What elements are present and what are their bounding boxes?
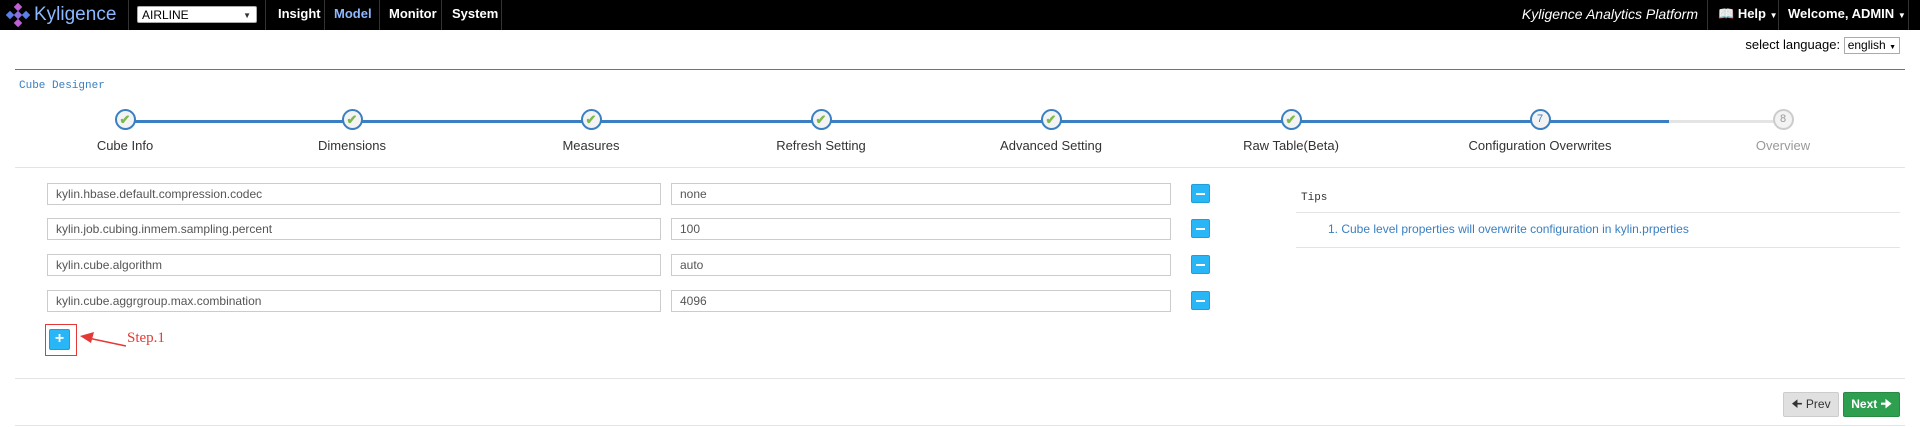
divider <box>501 0 502 30</box>
wizard-step-cube-info[interactable]: ✔ Cube Info <box>45 109 205 153</box>
step-label: Overview <box>1755 138 1811 153</box>
wizard-step-measures[interactable]: ✔ Measures <box>511 109 671 153</box>
wizard-step-advanced-setting[interactable]: ✔ Advanced Setting <box>971 109 1131 153</box>
divider <box>1296 212 1900 213</box>
wizard-step-dimensions[interactable]: ✔ Dimensions <box>272 109 432 153</box>
project-select-value: AIRLINE <box>142 8 189 22</box>
property-row: kylin.cube.aggrgroup.max.combination 409… <box>47 290 1210 312</box>
tips-title: Tips <box>1301 192 1328 204</box>
wizard-step-overview[interactable]: 8 Overview <box>1703 109 1863 153</box>
step-circle: 8 <box>1772 109 1794 130</box>
divider <box>1707 0 1708 30</box>
divider <box>441 0 442 30</box>
tip-item: 1. Cube level properties will overwrite … <box>1328 222 1689 236</box>
property-value-input[interactable]: none <box>671 183 1171 205</box>
divider <box>265 0 266 30</box>
divider <box>15 167 1905 168</box>
nav-insight[interactable]: Insight <box>278 0 321 30</box>
step-circle: ✔ <box>1040 109 1062 130</box>
user-menu[interactable]: Welcome, ADMIN ▼ <box>1788 0 1906 30</box>
book-icon: 📖 <box>1718 6 1735 21</box>
wizard-step-refresh-setting[interactable]: ✔ Refresh Setting <box>741 109 901 153</box>
caret-down-icon: ▼ <box>1889 44 1896 51</box>
divider <box>1296 247 1900 248</box>
property-key-input[interactable]: kylin.hbase.default.compression.codec <box>47 183 661 205</box>
step-label: Cube Info <box>96 138 154 153</box>
divider <box>1908 0 1909 30</box>
check-icon: ✔ <box>585 112 597 127</box>
user-label: Welcome, ADMIN <box>1788 6 1895 21</box>
check-icon: ✔ <box>815 112 827 127</box>
divider <box>15 425 1905 426</box>
language-label: select language: <box>1745 37 1841 52</box>
annotation-arrow-icon <box>80 332 127 347</box>
step-circle: ✔ <box>114 109 136 130</box>
step-label: Raw Table(Beta) <box>1243 138 1339 153</box>
arrow-right-icon: 🠊 <box>1880 397 1892 411</box>
step-circle: ✔ <box>810 109 832 130</box>
nav-system[interactable]: System <box>452 0 498 30</box>
property-value-input[interactable]: auto <box>671 254 1171 276</box>
property-value-input[interactable]: 100 <box>671 218 1171 240</box>
caret-down-icon: ▼ <box>1897 11 1906 20</box>
add-property-button[interactable]: + <box>49 329 70 350</box>
nav-monitor[interactable]: Monitor <box>389 0 437 30</box>
property-row: kylin.cube.algorithm auto <box>47 254 1210 276</box>
top-navbar: Kyligence AIRLINE ▼ Insight Model Monito… <box>0 0 1920 30</box>
language-select[interactable]: english ▼ <box>1843 37 1900 54</box>
property-row: kylin.job.cubing.inmem.sampling.percent … <box>47 218 1210 240</box>
property-key-input[interactable]: kylin.job.cubing.inmem.sampling.percent <box>47 218 661 240</box>
remove-property-button[interactable] <box>1191 291 1210 310</box>
property-value-input[interactable]: 4096 <box>671 290 1171 312</box>
help-label: Help <box>1737 6 1766 21</box>
property-key-input[interactable]: kylin.cube.algorithm <box>47 254 661 276</box>
divider <box>128 0 129 30</box>
step-label: Configuration Overwrites <box>1468 138 1612 153</box>
step-label: Dimensions <box>318 138 386 153</box>
step-label: Advanced Setting <box>1000 138 1102 153</box>
step-circle: ✔ <box>341 109 363 130</box>
step-label: Measures <box>562 138 620 153</box>
wizard-step-raw-table[interactable]: ✔ Raw Table(Beta) <box>1211 109 1371 153</box>
remove-property-button[interactable] <box>1191 219 1210 238</box>
next-label: Next <box>1851 397 1878 411</box>
wizard-step-configuration-overwrites[interactable]: 7 Configuration Overwrites <box>1459 109 1621 153</box>
remove-property-button[interactable] <box>1191 255 1210 274</box>
check-icon: ✔ <box>1045 112 1057 127</box>
step-label: Refresh Setting <box>776 138 866 153</box>
project-select[interactable]: AIRLINE ▼ <box>137 6 257 23</box>
annotation-label: Step.1 <box>127 330 165 346</box>
property-row: kylin.hbase.default.compression.codec no… <box>47 183 1210 205</box>
check-icon: ✔ <box>346 112 358 127</box>
divider <box>324 0 325 30</box>
property-key-input[interactable]: kylin.cube.aggrgroup.max.combination <box>47 290 661 312</box>
nav-model[interactable]: Model <box>334 0 372 30</box>
help-menu[interactable]: 📖 Help ▼ <box>1718 0 1778 30</box>
language-value: english <box>1847 38 1886 52</box>
remove-property-button[interactable] <box>1191 184 1210 203</box>
kyligence-logo[interactable]: Kyligence <box>6 3 116 27</box>
step-circle: 7 <box>1529 109 1551 130</box>
divider <box>15 378 1905 379</box>
arrow-left-icon: 🠈 <box>1791 397 1803 411</box>
step-circle: ✔ <box>580 109 602 130</box>
prev-button[interactable]: 🠈 Prev <box>1783 392 1839 417</box>
kyligence-logo-icon <box>6 3 30 27</box>
next-button[interactable]: Next 🠊 <box>1843 392 1900 417</box>
brand-name: Kyligence <box>34 4 117 25</box>
check-icon: ✔ <box>1285 112 1297 127</box>
step-circle: ✔ <box>1280 109 1302 130</box>
caret-down-icon: ▼ <box>243 11 251 20</box>
prev-label: Prev <box>1805 397 1831 411</box>
check-icon: ✔ <box>119 112 131 127</box>
divider <box>15 69 1905 70</box>
caret-down-icon: ▼ <box>1769 11 1778 20</box>
divider <box>1778 0 1779 30</box>
language-selector: select language: english ▼ <box>1745 37 1900 54</box>
platform-title: Kyligence Analytics Platform <box>1521 6 1698 22</box>
divider <box>379 0 380 30</box>
page-title: Cube Designer <box>19 80 105 92</box>
